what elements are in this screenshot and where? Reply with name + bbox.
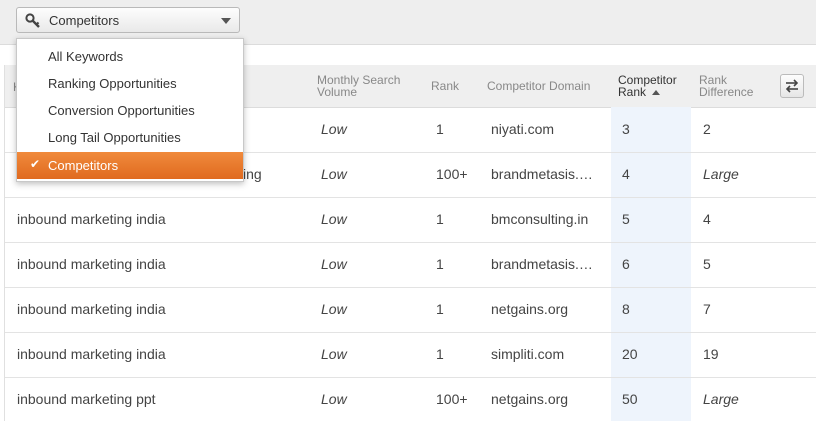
rank-cell: 1 — [436, 346, 444, 362]
competitor-rank-cell: 3 — [622, 121, 630, 137]
volume-cell: Low — [321, 211, 347, 227]
menu-item-competitors[interactable]: ✔ Competitors — [17, 152, 243, 179]
keyword-cell: inbound marketing india — [17, 211, 166, 227]
volume-cell: Low — [321, 301, 347, 317]
table-row[interactable]: inbound marketing india Low 1 netgains.o… — [5, 287, 816, 333]
menu-item-all-keywords[interactable]: All Keywords — [17, 43, 243, 70]
domain-cell: bmconsulting.in — [491, 211, 589, 227]
rank-cell: 1 — [436, 121, 444, 137]
domain-cell: netgains.org — [491, 391, 569, 407]
header-monthly-search-volume[interactable]: Monthly Search Volume — [317, 74, 400, 98]
rank-cell: 1 — [436, 301, 444, 317]
domain-cell: brandmetasis.… — [491, 166, 593, 182]
menu-item-ranking-opportunities[interactable]: Ranking Opportunities — [17, 70, 243, 97]
competitor-rank-cell: 5 — [622, 211, 630, 227]
header-competitor-rank[interactable]: Competitor Rank — [618, 74, 677, 98]
rank-difference-cell: 5 — [703, 256, 711, 272]
rank-difference-cell: 4 — [703, 211, 711, 227]
key-icon — [25, 13, 41, 29]
table-row[interactable]: inbound marketing india Low 1 bmconsulti… — [5, 197, 816, 243]
volume-cell: Low — [321, 256, 347, 272]
rank-difference-cell: Large — [703, 391, 739, 407]
filter-dropdown-menu: All Keywords Ranking Opportunities Conve… — [16, 38, 244, 182]
domain-cell: netgains.org — [491, 301, 569, 317]
volume-cell: Low — [321, 166, 347, 182]
keyword-cell: ing — [243, 166, 262, 182]
volume-cell: Low — [321, 391, 347, 407]
swap-columns-button[interactable] — [780, 74, 804, 98]
competitor-rank-cell: 8 — [622, 301, 630, 317]
domain-cell: brandmetasis.… — [491, 256, 593, 272]
competitor-rank-cell: 6 — [622, 256, 630, 272]
header-competitor-domain[interactable]: Competitor Domain — [487, 80, 590, 92]
volume-cell: Low — [321, 121, 347, 137]
rank-difference-cell: 7 — [703, 301, 711, 317]
domain-cell: niyati.com — [491, 121, 555, 137]
menu-item-conversion-opportunities[interactable]: Conversion Opportunities — [17, 97, 243, 124]
domain-cell: simpliti.com — [491, 346, 565, 362]
rank-cell: 100+ — [436, 166, 468, 182]
keyword-cell: inbound marketing india — [17, 256, 166, 272]
header-rank-difference[interactable]: Rank Difference — [699, 74, 753, 98]
chevron-down-icon — [221, 18, 231, 24]
table-row[interactable]: inbound marketing india Low 1 simpliti.c… — [5, 332, 816, 378]
rank-difference-cell: Large — [703, 166, 739, 182]
rank-difference-cell: 2 — [703, 121, 711, 137]
rank-cell: 1 — [436, 211, 444, 227]
menu-item-long-tail-opportunities[interactable]: Long Tail Opportunities — [17, 124, 243, 151]
competitor-rank-cell: 20 — [622, 346, 638, 362]
header-rank[interactable]: Rank — [431, 80, 459, 92]
keyword-cell: inbound marketing ppt — [17, 391, 156, 407]
sort-ascending-icon — [652, 90, 661, 96]
volume-cell: Low — [321, 346, 347, 362]
swap-icon — [785, 79, 799, 93]
keyword-filter-select[interactable]: Competitors — [16, 7, 240, 33]
rank-cell: 100+ — [436, 391, 468, 407]
keyword-cell: inbound marketing india — [17, 301, 166, 317]
rank-cell: 1 — [436, 256, 444, 272]
table-row[interactable]: inbound marketing ppt Low 100+ netgains.… — [5, 377, 816, 422]
table-row[interactable]: inbound marketing india Low 1 brandmetas… — [5, 242, 816, 288]
competitor-rank-cell: 4 — [622, 166, 630, 182]
rank-difference-cell: 19 — [703, 346, 719, 362]
checkmark-icon: ✔ — [30, 157, 41, 171]
keyword-cell: inbound marketing india — [17, 346, 166, 362]
competitor-rank-cell: 50 — [622, 391, 638, 407]
filter-selected-label: Competitors — [49, 13, 120, 28]
